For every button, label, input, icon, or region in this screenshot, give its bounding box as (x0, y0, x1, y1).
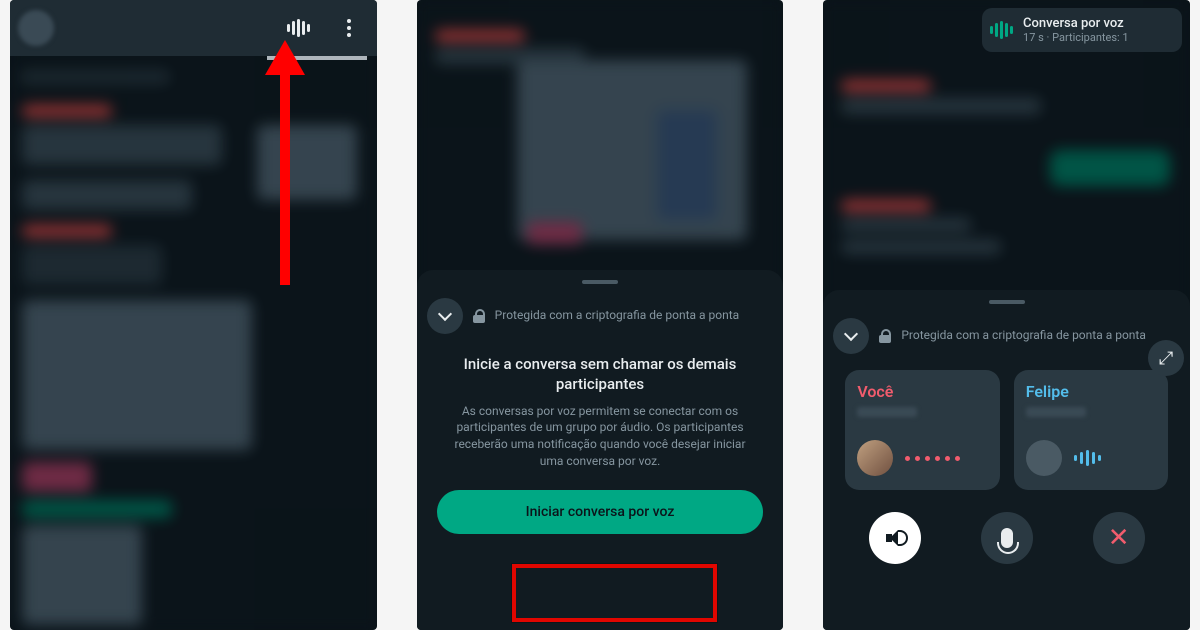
participant-card-you[interactable]: Você (845, 370, 999, 490)
expand-button[interactable]: ⤢ (1148, 340, 1184, 376)
collapse-button[interactable] (427, 298, 463, 334)
screenshot-2-start-sheet: Protegida com a criptografia de ponta a … (417, 0, 784, 630)
speaker-button[interactable] (869, 512, 921, 564)
avatar (1026, 440, 1062, 476)
kebab-menu-icon (347, 19, 351, 37)
participants-row: Você Felipe (823, 360, 1190, 504)
lock-icon (473, 311, 485, 323)
participant-sub-blur (857, 407, 917, 417)
active-voice-chat-sheet: Protegida com a criptografia de ponta a … (823, 290, 1190, 630)
voice-chat-icon (990, 21, 1013, 39)
sheet-drag-handle[interactable] (989, 300, 1025, 304)
group-avatar[interactable] (18, 10, 54, 46)
chevron-down-icon (844, 327, 858, 341)
banner-title: Conversa por voz (1023, 16, 1129, 31)
microphone-icon (1001, 528, 1013, 548)
encryption-notice: Protegida com a criptografia de ponta a … (495, 308, 740, 324)
mute-button[interactable] (981, 512, 1033, 564)
chevron-down-icon (438, 307, 452, 321)
close-icon: ✕ (1108, 523, 1130, 553)
waveform-icon (1074, 450, 1101, 466)
screenshot-1-chat-screen (10, 0, 377, 630)
chat-header (10, 0, 377, 56)
start-voice-chat-sheet: Protegida com a criptografia de ponta a … (417, 270, 784, 630)
voice-chat-icon (287, 19, 310, 37)
voice-chat-banner[interactable]: Conversa por voz 17 s · Participantes: 1 (982, 8, 1182, 52)
sheet-description: As conversas por voz permitem se conecta… (417, 403, 784, 490)
participant-card-other[interactable]: Felipe (1014, 370, 1168, 490)
start-voice-chat-button[interactable]: Iniciar conversa por voz (437, 490, 764, 534)
participant-sub-blur (1026, 407, 1086, 417)
participant-name: Felipe (1026, 382, 1156, 401)
encryption-notice: Protegida com a criptografia de ponta a … (901, 328, 1146, 344)
sheet-heading: Inicie a conversa sem chamar os demais p… (417, 340, 784, 403)
collapse-button[interactable] (833, 318, 869, 354)
red-arrow-annotation (265, 40, 305, 285)
lock-icon (879, 331, 891, 343)
screenshot-3-active-voice-chat: Conversa por voz 17 s · Participantes: 1… (823, 0, 1190, 630)
banner-subtitle: 17 s · Participantes: 1 (1023, 31, 1129, 44)
participant-name: Você (857, 382, 987, 401)
leave-button[interactable]: ✕ (1093, 512, 1145, 564)
sheet-drag-handle[interactable] (582, 280, 618, 284)
chat-blur-bg (10, 0, 377, 630)
call-actions-row: ✕ (823, 504, 1190, 570)
menu-button[interactable] (329, 8, 369, 48)
speaking-indicator-icon (905, 456, 960, 461)
speaker-icon (884, 527, 906, 549)
red-highlight-annotation (512, 564, 717, 622)
avatar (857, 440, 893, 476)
